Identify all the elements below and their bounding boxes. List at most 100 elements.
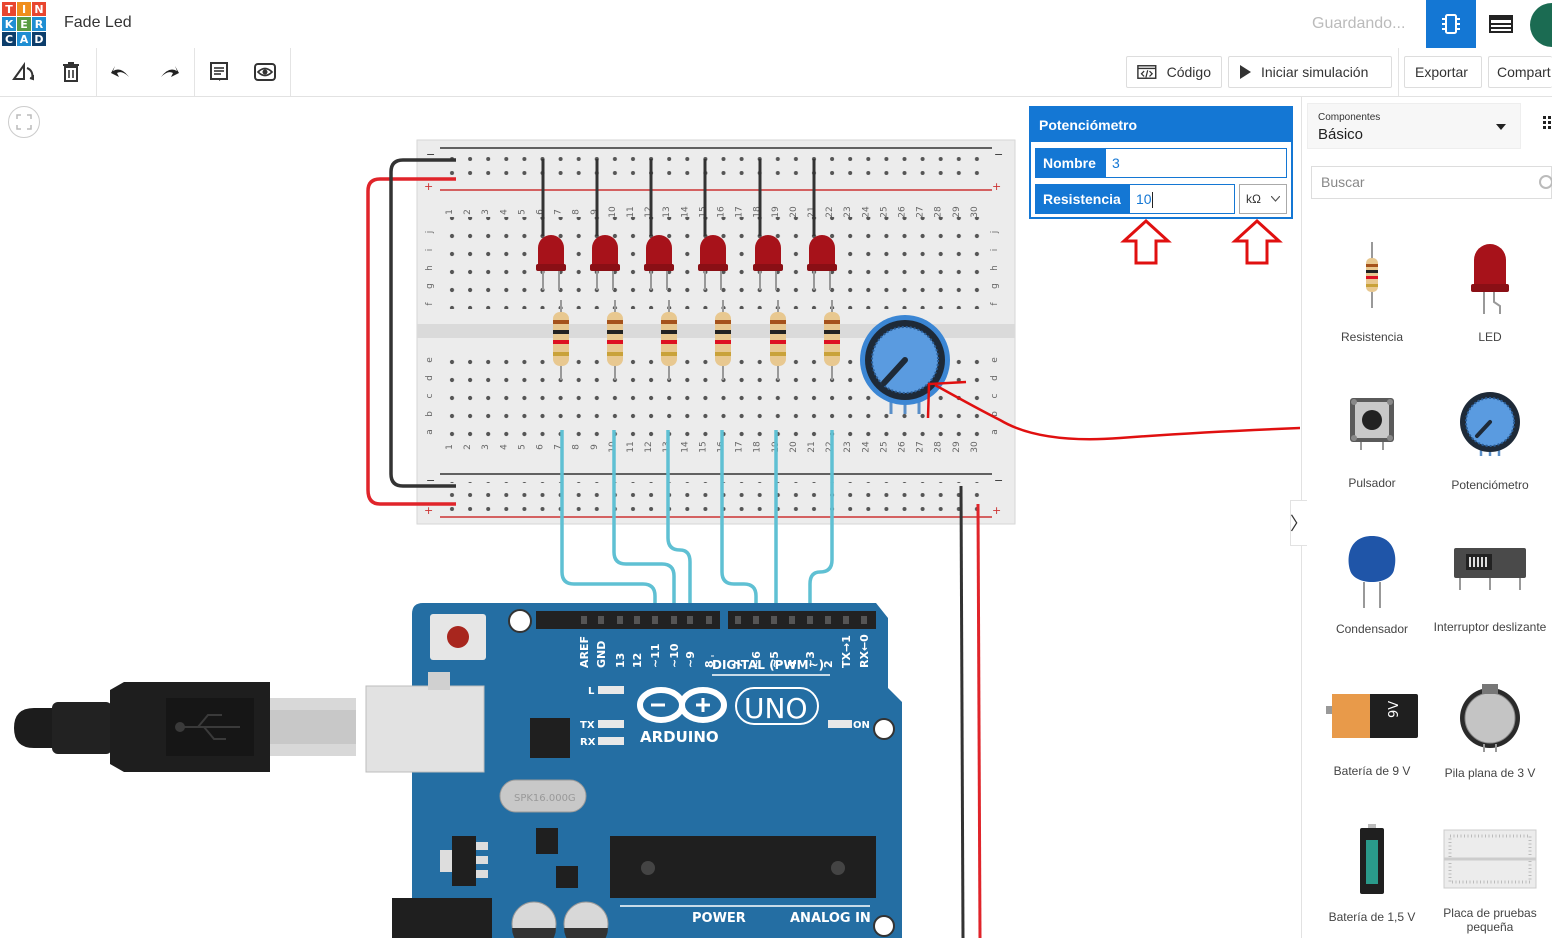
- component-capacitor[interactable]: Condensador: [1313, 532, 1431, 636]
- undo-button[interactable]: [98, 48, 144, 96]
- column-number: 11: [626, 206, 636, 217]
- user-avatar[interactable]: [1530, 3, 1552, 47]
- header-pin[interactable]: [825, 616, 831, 624]
- row-letter: e: [990, 357, 1000, 363]
- header-pin[interactable]: [807, 616, 813, 624]
- column-number: 18: [753, 441, 763, 453]
- component-label: Interruptor deslizante: [1433, 620, 1547, 634]
- component-coin-cell[interactable]: Pila plana de 3 V: [1431, 682, 1549, 780]
- battery-9v-icon: 9V: [1326, 694, 1418, 738]
- row-letter: a: [990, 429, 1000, 435]
- header-pin[interactable]: [581, 616, 587, 624]
- rotate-button[interactable]: [0, 48, 46, 96]
- chevron-right-icon: 〉: [1290, 514, 1308, 534]
- component-potentiometer[interactable]: Potenciómetro: [1431, 392, 1549, 492]
- column-number: 10: [608, 206, 618, 218]
- header-pin[interactable]: [771, 616, 777, 624]
- name-input[interactable]: 3: [1105, 148, 1287, 178]
- usb-cable[interactable]: [14, 682, 356, 772]
- pin-label: TX→1: [840, 635, 853, 668]
- component-slide-switch[interactable]: Interruptor deslizante: [1431, 532, 1549, 634]
- column-number: 30: [970, 441, 980, 453]
- row-letter: g: [425, 283, 435, 289]
- share-button[interactable]: Compart: [1488, 56, 1552, 88]
- ground-wire-down[interactable]: [959, 485, 965, 938]
- column-number: 23: [843, 441, 853, 452]
- power-wire-down[interactable]: [976, 503, 982, 938]
- component-battery-aa[interactable]: Batería de 1,5 V: [1313, 822, 1431, 924]
- resistance-input[interactable]: 10: [1129, 184, 1235, 214]
- header-pin[interactable]: [735, 616, 741, 624]
- header-pin[interactable]: [706, 616, 712, 624]
- column-number: 5: [517, 209, 527, 215]
- header-pin[interactable]: [634, 616, 640, 624]
- column-number: 25: [879, 441, 889, 452]
- tinkercad-logo[interactable]: TIN KER CAD: [2, 2, 46, 46]
- column-number: 15: [698, 441, 708, 452]
- component-breadboard-small[interactable]: Placa de pruebas pequeña: [1431, 826, 1549, 934]
- header-pin[interactable]: [843, 616, 849, 624]
- collapse-panel-button[interactable]: 〉: [1290, 500, 1308, 546]
- toolbar-divider: [96, 48, 97, 96]
- column-number: 29: [952, 441, 962, 453]
- header-pin[interactable]: [617, 616, 623, 624]
- components-panel: [1301, 97, 1552, 938]
- logo-letter: D: [32, 32, 46, 46]
- component-battery-9v[interactable]: 9V Batería de 9 V: [1313, 682, 1431, 778]
- component-pushbutton[interactable]: Pulsador: [1313, 392, 1431, 490]
- start-simulation-button[interactable]: Iniciar simulación: [1228, 56, 1392, 88]
- row-letter: g: [990, 283, 1000, 289]
- circuit-view-button[interactable]: [1426, 0, 1476, 48]
- eye-icon: [254, 63, 276, 81]
- code-icon: [1137, 65, 1157, 79]
- redo-button[interactable]: [146, 48, 192, 96]
- capacitor-icon: [1348, 536, 1396, 608]
- component-list-button[interactable]: [1476, 0, 1526, 48]
- header-pin[interactable]: [861, 616, 867, 624]
- project-title[interactable]: Fade Led: [64, 14, 132, 32]
- rail-plus-label: +: [992, 180, 1001, 193]
- grid-view-icon[interactable]: [1543, 116, 1552, 130]
- column-number: 5: [517, 444, 527, 450]
- potentiometer-icon: [1460, 392, 1520, 456]
- column-number: 26: [898, 441, 908, 453]
- code-button[interactable]: Código: [1126, 56, 1222, 88]
- search-icon[interactable]: [1536, 174, 1552, 192]
- component-label: Batería de 1,5 V: [1328, 910, 1416, 924]
- header-pin[interactable]: [652, 616, 658, 624]
- unit-select[interactable]: kΩ: [1239, 184, 1287, 214]
- header-pin[interactable]: [687, 616, 693, 624]
- notes-button[interactable]: [196, 48, 242, 96]
- column-number: 8: [572, 444, 582, 450]
- column-number: 27: [916, 206, 926, 217]
- header-pin[interactable]: [598, 616, 604, 624]
- component-resistor[interactable]: Resistencia: [1313, 240, 1431, 344]
- l-led-label: L: [588, 686, 595, 697]
- unit-value: kΩ: [1246, 192, 1261, 206]
- column-number: 28: [934, 441, 944, 453]
- delete-button[interactable]: [48, 48, 94, 96]
- export-button[interactable]: Exportar: [1404, 56, 1482, 88]
- header-pin[interactable]: [753, 616, 759, 624]
- toggle-notes-button[interactable]: [242, 48, 288, 96]
- logo-letter: C: [2, 32, 16, 46]
- trash-icon: [63, 62, 79, 82]
- caret-down-icon: [1496, 124, 1506, 130]
- header-pin[interactable]: [789, 616, 795, 624]
- component-led[interactable]: LED: [1431, 240, 1549, 344]
- column-number: 4: [499, 444, 509, 450]
- column-number: 23: [843, 206, 853, 217]
- column-number: 1: [445, 444, 455, 450]
- toolbar-divider: [290, 48, 291, 96]
- share-button-label: Compart: [1497, 64, 1551, 80]
- component-category-select[interactable]: Componentes Básico: [1307, 103, 1521, 149]
- column-number: 3: [481, 209, 491, 215]
- rail-minus-label: −: [994, 474, 1003, 487]
- arduino-uno-board[interactable]: AREF GND 13 12 ~11 ~10 ~9 8 7 ~6 ~5 4 ~3 2 TX→1 RX←0 DI…: [365, 603, 902, 938]
- header-pin[interactable]: [671, 616, 677, 624]
- row-letter: j: [990, 231, 1000, 235]
- column-number: 29: [952, 206, 962, 218]
- row-letter: i: [990, 249, 1000, 252]
- crystal-label: SPK16.000G: [514, 793, 576, 804]
- component-search-input[interactable]: Buscar: [1311, 166, 1552, 199]
